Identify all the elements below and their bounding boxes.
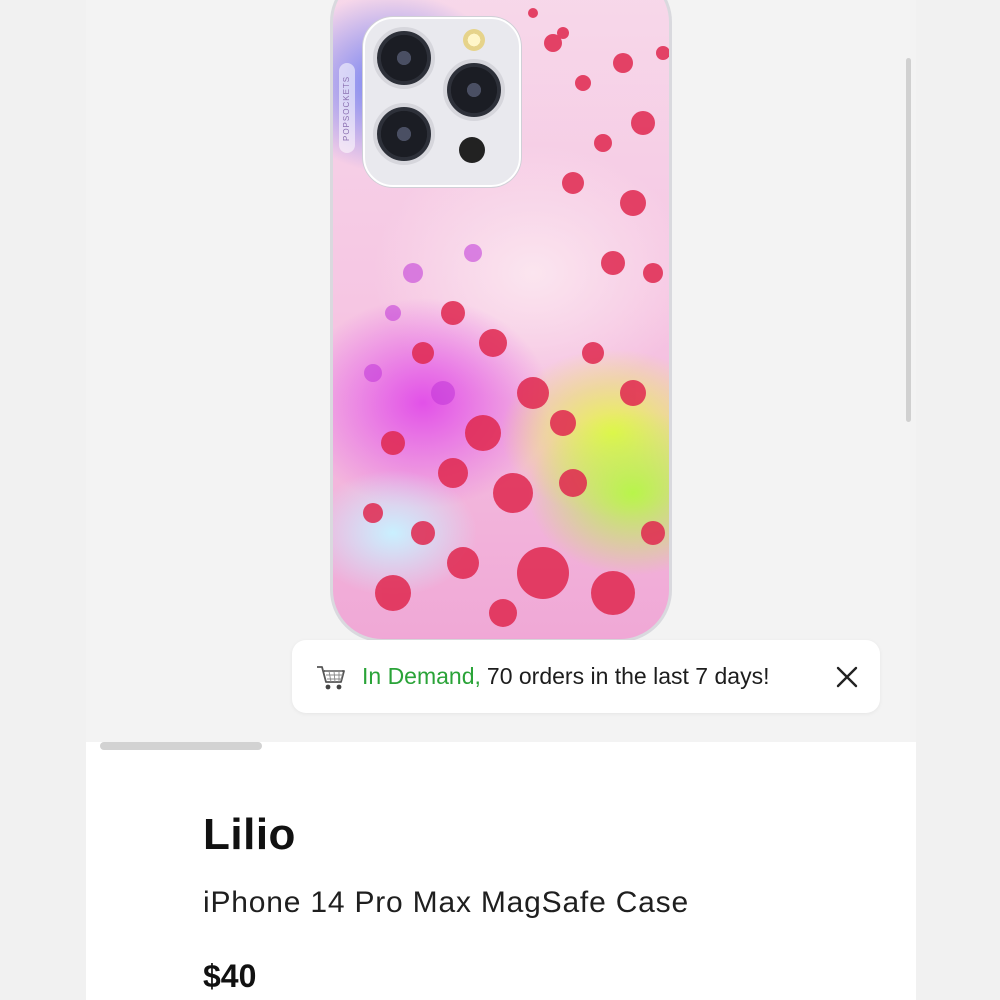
product-description: iPhone 14 Pro Max MagSafe Case (203, 886, 689, 919)
camera-lens (443, 59, 505, 121)
brand-tag: POPSOCKETS (339, 63, 355, 153)
camera-lens (373, 103, 435, 165)
lidar-sensor (459, 137, 485, 163)
in-demand-notice: In Demand, 70 orders in the last 7 days! (292, 640, 880, 713)
right-margin (914, 0, 1000, 1000)
scrollbar[interactable] (906, 58, 911, 422)
flash-icon (463, 29, 485, 51)
in-demand-label: In Demand, (362, 663, 481, 689)
cart-icon (317, 665, 345, 689)
notice-message: 70 orders in the last 7 days! (486, 663, 770, 689)
product-image: POPSOCKETS (330, 0, 672, 642)
camera-module (363, 17, 521, 187)
product-price: $40 (203, 958, 257, 994)
product-image-gallery[interactable]: POPSOCKETS In Demand, 70 orders in the l… (86, 0, 916, 742)
left-margin (0, 0, 86, 1000)
gallery-progress-indicator (100, 742, 262, 750)
camera-lens (373, 27, 435, 89)
close-icon[interactable] (836, 666, 858, 688)
product-title: Lilio (203, 810, 296, 859)
product-panel: POPSOCKETS In Demand, 70 orders in the l… (86, 0, 916, 1000)
